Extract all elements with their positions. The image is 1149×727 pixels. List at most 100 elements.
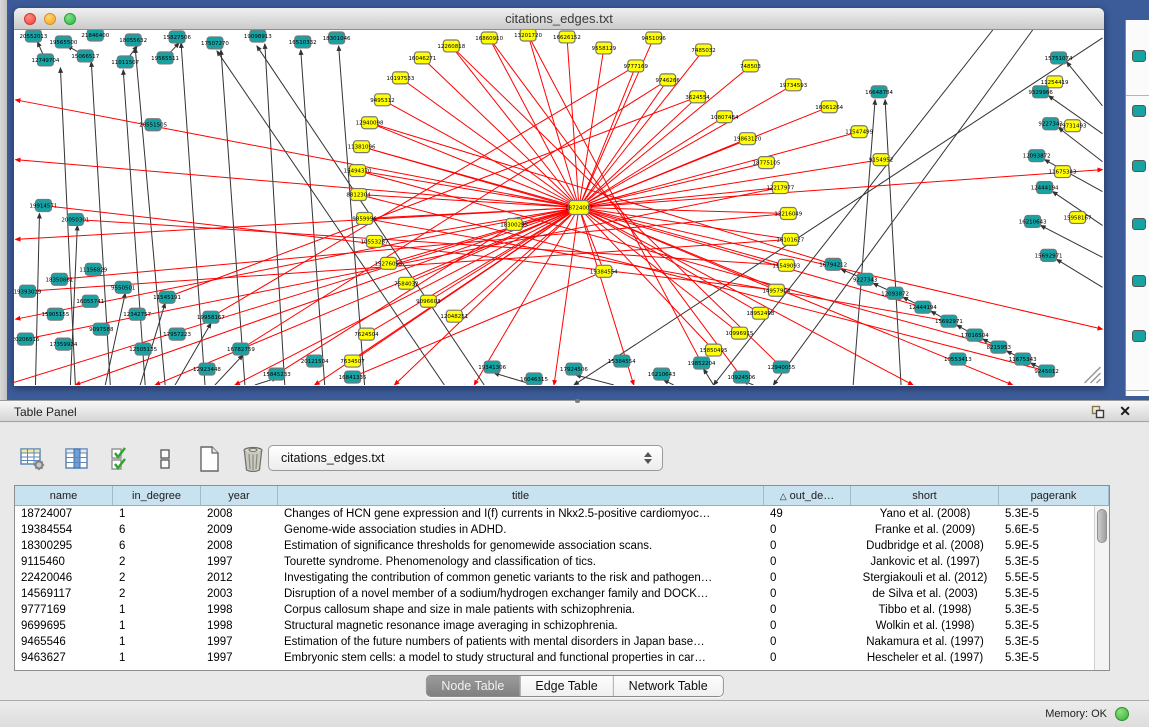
graph-node[interactable] xyxy=(1132,160,1146,172)
table-cell[interactable]: Embryonic stem cells: a model to study s… xyxy=(278,650,764,666)
graph-node[interactable]: 12444194 xyxy=(909,301,937,313)
splitter-grip[interactable] xyxy=(575,399,580,403)
table-cell[interactable]: 49 xyxy=(764,506,851,522)
table-cell[interactable]: 6 xyxy=(113,522,201,538)
column-header-in_degree[interactable]: in_degree xyxy=(113,486,201,505)
graph-node[interactable]: 16626152 xyxy=(553,31,581,43)
tab-node-table[interactable]: Node Table xyxy=(426,676,519,696)
graph-node[interactable]: 11547499 xyxy=(845,126,873,138)
graph-edge[interactable] xyxy=(400,78,578,208)
graph-edge[interactable] xyxy=(579,208,760,314)
table-cell[interactable]: 1997 xyxy=(201,634,278,650)
graph-node[interactable]: 9154952 xyxy=(869,154,893,166)
table-cell[interactable]: 19384554 xyxy=(15,522,113,538)
background-window[interactable] xyxy=(1125,20,1149,396)
graph-edge[interactable] xyxy=(574,38,1103,385)
table-cell[interactable]: 1 xyxy=(113,618,201,634)
new-document-icon[interactable] xyxy=(194,444,224,474)
table-cell[interactable]: de Silva et al. (2003) xyxy=(851,586,999,602)
table-cell[interactable]: 18300295 xyxy=(15,538,113,554)
graph-edge[interactable] xyxy=(370,123,579,208)
table-cell[interactable]: 1998 xyxy=(201,618,278,634)
table-cell[interactable]: 1 xyxy=(113,650,201,666)
table-cell[interactable]: 5.6E-5 xyxy=(999,522,1109,538)
graph-node[interactable]: 9451096 xyxy=(642,32,667,44)
graph-node[interactable]: 19565500 xyxy=(49,36,77,48)
graph-edge[interactable] xyxy=(60,68,75,385)
graph-edge[interactable] xyxy=(1059,128,1103,162)
tab-network-table[interactable]: Network Table xyxy=(613,676,723,696)
graph-node[interactable]: 15751074 xyxy=(1045,52,1073,64)
graph-node[interactable]: 9550501 xyxy=(111,281,135,293)
graph-node[interactable]: 16210643 xyxy=(648,368,676,380)
table-cell[interactable]: 0 xyxy=(764,602,851,618)
graph-node[interactable]: 15066517 xyxy=(71,50,99,62)
column-header-name[interactable]: name xyxy=(15,486,113,505)
graph-node[interactable]: 16101627 xyxy=(776,233,804,245)
table-cell[interactable]: 1997 xyxy=(201,650,278,666)
table-cell[interactable]: 5.3E-5 xyxy=(999,586,1109,602)
graph-node[interactable]: 15384554 xyxy=(608,355,636,367)
table-row[interactable]: 1830029562008Estimation of significance … xyxy=(15,538,1109,554)
graph-node[interactable] xyxy=(1132,218,1146,230)
graph-node[interactable]: 9558129 xyxy=(592,42,617,54)
graph-edge[interactable] xyxy=(35,213,39,385)
scrollbar-thumb[interactable] xyxy=(1097,509,1107,543)
table-cell[interactable]: Tourette syndrome. Phenomenology and cla… xyxy=(278,554,764,570)
graph-node[interactable]: 20552013 xyxy=(20,30,48,42)
graph-node[interactable]: 12940055 xyxy=(767,361,795,373)
graph-edge[interactable] xyxy=(853,100,875,385)
graph-node[interactable]: 7624504 xyxy=(354,328,379,340)
column-header-title[interactable]: title xyxy=(278,486,764,505)
graph-node[interactable]: 10807484 xyxy=(711,111,739,123)
graph-node[interactable]: 17507270 xyxy=(201,37,229,49)
network-canvas[interactable]: 1604627110197533949531212940098113810961… xyxy=(14,30,1104,385)
graph-edge[interactable] xyxy=(579,97,698,208)
graph-edge[interactable] xyxy=(16,100,579,208)
graph-node[interactable]: 19914571 xyxy=(30,200,58,212)
delete-icon[interactable] xyxy=(238,444,268,474)
graph-edge[interactable] xyxy=(265,44,285,385)
table-cell[interactable]: 0 xyxy=(764,586,851,602)
graph-node[interactable]: 16210643 xyxy=(1019,215,1047,227)
graph-node[interactable]: 11011507 xyxy=(111,56,139,68)
graph-edge[interactable] xyxy=(579,50,704,208)
table-cell[interactable]: 2012 xyxy=(201,570,278,586)
table-cell[interactable]: 5.3E-5 xyxy=(999,554,1109,570)
table-cell[interactable]: 2008 xyxy=(201,506,278,522)
table-cell[interactable]: Wolkin et al. (1998) xyxy=(851,618,999,634)
table-cell[interactable]: 2003 xyxy=(201,586,278,602)
graph-node[interactable]: 17924506 xyxy=(560,363,588,375)
table-row[interactable]: 946554611997Estimation of the future num… xyxy=(15,634,1109,650)
graph-edge[interactable] xyxy=(235,208,579,386)
table-cell[interactable]: Corpus callosum shape and size in male p… xyxy=(278,602,764,618)
graph-node[interactable]: 15692971 xyxy=(1035,249,1063,261)
column-header-out_de[interactable]: △out_de… xyxy=(764,486,851,505)
table-cell[interactable]: 0 xyxy=(764,522,851,538)
graph-node[interactable]: 20551505 xyxy=(139,119,167,131)
graph-node[interactable]: 11549093 xyxy=(772,259,800,271)
graph-edge[interactable] xyxy=(277,224,514,374)
graph-node[interactable]: 10996915 xyxy=(726,327,754,339)
graph-node[interactable]: 19734593 xyxy=(779,79,807,91)
graph-edge[interactable] xyxy=(59,213,788,279)
graph-node[interactable] xyxy=(1132,50,1146,62)
graph-node[interactable]: 19852204 xyxy=(688,357,716,369)
table-cell[interactable]: 5.3E-5 xyxy=(999,602,1109,618)
table-cell[interactable]: 9777169 xyxy=(15,602,113,618)
graph-edge[interactable] xyxy=(579,66,751,208)
table-cell[interactable]: 2 xyxy=(113,554,201,570)
graph-node[interactable]: 13216049 xyxy=(774,208,802,220)
table-cell[interactable]: 0 xyxy=(764,554,851,570)
graph-node[interactable]: 19731493 xyxy=(1059,120,1087,132)
graph-node[interactable]: 8812304 xyxy=(346,189,371,201)
table-cell[interactable]: Investigating the contribution of common… xyxy=(278,570,764,586)
table-row[interactable]: 946362711997Embryonic stem cells: a mode… xyxy=(15,650,1109,666)
graph-node[interactable]: 9777169 xyxy=(624,60,649,72)
table-selector-dropdown[interactable]: citations_edges.txt xyxy=(268,445,663,471)
table-cell[interactable]: 9465546 xyxy=(15,634,113,650)
graph-node[interactable]: 18055632 xyxy=(119,34,147,46)
table-cell[interactable]: 9463627 xyxy=(15,650,113,666)
table-cell[interactable]: Changes of HCN gene expression and I(f) … xyxy=(278,506,764,522)
table-cell[interactable]: 1998 xyxy=(201,602,278,618)
